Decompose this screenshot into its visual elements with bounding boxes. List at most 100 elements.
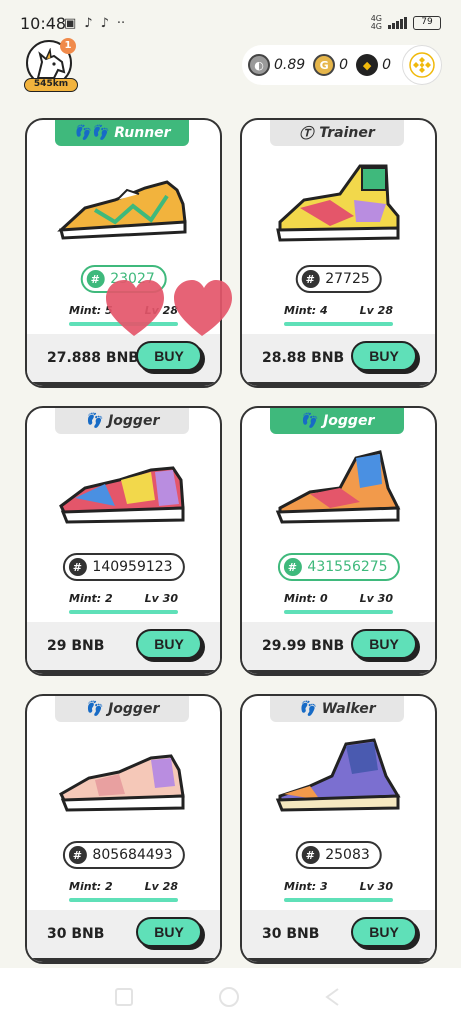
tiktok-icon: ♪ xyxy=(84,16,93,31)
sneaker-image xyxy=(270,736,410,826)
durability-bar xyxy=(284,610,393,614)
recent-apps-button[interactable] xyxy=(113,986,135,1008)
sneaker-image xyxy=(55,160,195,250)
hash-icon: # xyxy=(68,846,87,864)
mint-count: Mint: 3 xyxy=(284,880,328,893)
sneaker-card[interactable]: 👣 Jogger #431556275 Mint: 0 Lv 30 29.99 BNB BU… xyxy=(240,406,437,676)
sneaker-type-label: Trainer xyxy=(319,125,375,141)
network-indicator: 4G 4G xyxy=(370,14,382,31)
balance-bar: ◐ 0.89 G 0 ◆ 0 xyxy=(242,45,442,85)
bnb-logo-icon xyxy=(409,52,435,78)
sneaker-card[interactable]: 👣 Jogger #140959123 Mint: 2 Lv 30 29 BNB BUY xyxy=(25,406,222,676)
sneaker-stats: Mint: 2 Lv 28 xyxy=(69,880,178,893)
sneaker-id-badge: #431556275 xyxy=(277,553,400,581)
home-button[interactable] xyxy=(218,986,240,1008)
hash-icon: # xyxy=(86,270,105,288)
clock: 10:48 xyxy=(20,14,67,33)
footprints-icon: 👣 xyxy=(298,701,316,717)
card-footer: 28.88 BNB BUY xyxy=(242,334,435,386)
hash-icon: # xyxy=(283,558,302,576)
footprints-icon: 👣👣 xyxy=(73,125,109,141)
tiktok-icon: ♪ xyxy=(100,16,109,31)
sneaker-level: Lv 30 xyxy=(359,592,393,605)
buy-button[interactable]: BUY xyxy=(136,629,202,659)
sneaker-price: 27.888 BNB xyxy=(47,350,139,366)
mint-count: Mint: 0 xyxy=(284,592,328,605)
mint-count: Mint: 4 xyxy=(284,304,328,317)
buy-button[interactable]: BUY xyxy=(351,629,417,659)
notification-badge: 1 xyxy=(60,38,76,54)
gmt-balance: G 0 xyxy=(313,54,348,76)
sneaker-id: 140959123 xyxy=(92,559,173,575)
durability-bar xyxy=(69,610,178,614)
sneaker-id-badge: #27725 xyxy=(295,265,382,293)
sneaker-level: Lv 28 xyxy=(359,304,393,317)
notification-icons: ▣ ♪ ♪ ·· xyxy=(64,16,125,31)
sneaker-image xyxy=(270,448,410,538)
trainer-icon: Ⓣ xyxy=(299,126,314,142)
sneaker-type-tab: 👣 Jogger xyxy=(270,408,404,434)
sneaker-type-tab: 👣👣 Runner xyxy=(55,120,189,146)
sneaker-level: Lv 30 xyxy=(359,880,393,893)
footprints-icon: 👣 xyxy=(84,701,103,717)
sneaker-stats: Mint: 2 Lv 30 xyxy=(69,592,178,605)
back-button[interactable] xyxy=(322,986,344,1008)
buy-button[interactable]: BUY xyxy=(136,917,202,947)
durability-bar xyxy=(69,898,178,902)
card-footer: 30 BNB BUY xyxy=(27,910,220,962)
sneaker-card[interactable]: 👣 Jogger #805684493 Mint: 2 Lv 28 30 BNB BUY xyxy=(25,694,222,964)
system-nav-bar xyxy=(0,968,461,1024)
sneaker-stats: Mint: 3 Lv 30 xyxy=(284,880,393,893)
sneaker-type-tab: Ⓣ Trainer xyxy=(270,120,404,146)
sneaker-price: 28.88 BNB xyxy=(262,350,345,366)
hash-icon: # xyxy=(301,270,320,288)
profile-avatar-button[interactable]: 1 545km xyxy=(24,38,80,94)
battery-icon: 79 xyxy=(413,16,441,30)
buy-button[interactable]: BUY xyxy=(351,341,417,371)
sneaker-type-label: Runner xyxy=(114,125,171,141)
gst-balance-value: 0.89 xyxy=(274,57,306,73)
signal-icon xyxy=(388,17,407,29)
sneaker-id: 431556275 xyxy=(307,559,388,575)
card-footer: 27.888 BNB BUY xyxy=(27,334,220,386)
heart-reaction-icon xyxy=(106,280,232,336)
sneaker-price: 29.99 BNB xyxy=(262,638,345,654)
sneaker-type-label: Walker xyxy=(321,701,376,717)
gst-balance: ◐ 0.89 xyxy=(248,54,305,76)
footprints-icon: 👣 xyxy=(84,413,103,429)
sneaker-level: Lv 28 xyxy=(144,880,178,893)
buy-button[interactable]: BUY xyxy=(351,917,417,947)
mint-count: Mint: 2 xyxy=(69,592,113,605)
bnb-wallet-button[interactable] xyxy=(402,45,442,85)
sneaker-price: 30 BNB xyxy=(262,926,320,942)
hash-icon: # xyxy=(68,558,87,576)
card-footer: 29 BNB BUY xyxy=(27,622,220,674)
sneaker-level: Lv 30 xyxy=(144,592,178,605)
durability-bar xyxy=(284,898,393,902)
sneaker-card[interactable]: 👣👣 Runner #23027 Mint: 5 Lv 28 27.888 BNB BUY xyxy=(25,118,222,388)
sneaker-image xyxy=(55,448,195,538)
sneaker-type-tab: 👣 Jogger xyxy=(55,408,189,434)
sneaker-price: 30 BNB xyxy=(47,926,105,942)
sneaker-card[interactable]: 👣 Walker #25083 Mint: 3 Lv 30 30 BNB BUY xyxy=(240,694,437,964)
bnb-coin-icon: ◆ xyxy=(356,54,379,76)
sneaker-stats: Mint: 4 Lv 28 xyxy=(284,304,393,317)
sneaker-type-label: Jogger xyxy=(108,701,160,717)
gmt-coin-icon: G xyxy=(313,54,336,76)
bnb-balance: ◆ 0 xyxy=(356,54,391,76)
sneaker-card[interactable]: Ⓣ Trainer #27725 Mint: 4 Lv 28 28.88 BNB BUY xyxy=(240,118,437,388)
gst-coin-icon: ◐ xyxy=(248,54,270,76)
footprints-icon: 👣 xyxy=(299,413,318,429)
buy-button[interactable]: BUY xyxy=(136,341,202,371)
sneaker-type-label: Jogger xyxy=(323,413,375,429)
gmt-balance-value: 0 xyxy=(339,57,349,73)
unicorn-icon xyxy=(36,48,66,79)
more-icon: ·· xyxy=(116,16,126,31)
calendar-icon: ▣ xyxy=(64,16,77,31)
hash-icon: # xyxy=(301,846,320,864)
sneaker-id: 25083 xyxy=(325,847,370,863)
sneaker-id: 805684493 xyxy=(92,847,173,863)
sneaker-price: 29 BNB xyxy=(47,638,105,654)
sneaker-id-badge: #25083 xyxy=(295,841,382,869)
bnb-balance-value: 0 xyxy=(382,57,392,73)
